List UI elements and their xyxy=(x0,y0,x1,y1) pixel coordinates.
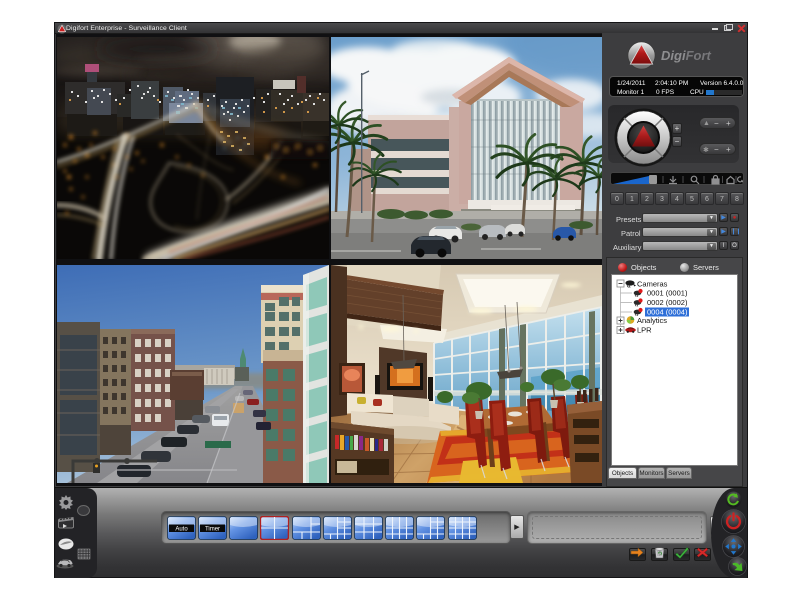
svg-text:LPR: LPR xyxy=(637,326,652,335)
svg-text:Cameras: Cameras xyxy=(637,280,668,289)
svg-text:Timer: Timer xyxy=(205,527,220,533)
svg-text:Analytics: Analytics xyxy=(637,316,667,325)
svg-text:Auto: Auto xyxy=(175,527,188,533)
svg-text:0004 (0004): 0004 (0004) xyxy=(647,308,688,317)
svg-text:0002 (0002): 0002 (0002) xyxy=(647,298,688,307)
svg-text:0001 (0001): 0001 (0001) xyxy=(647,289,688,298)
